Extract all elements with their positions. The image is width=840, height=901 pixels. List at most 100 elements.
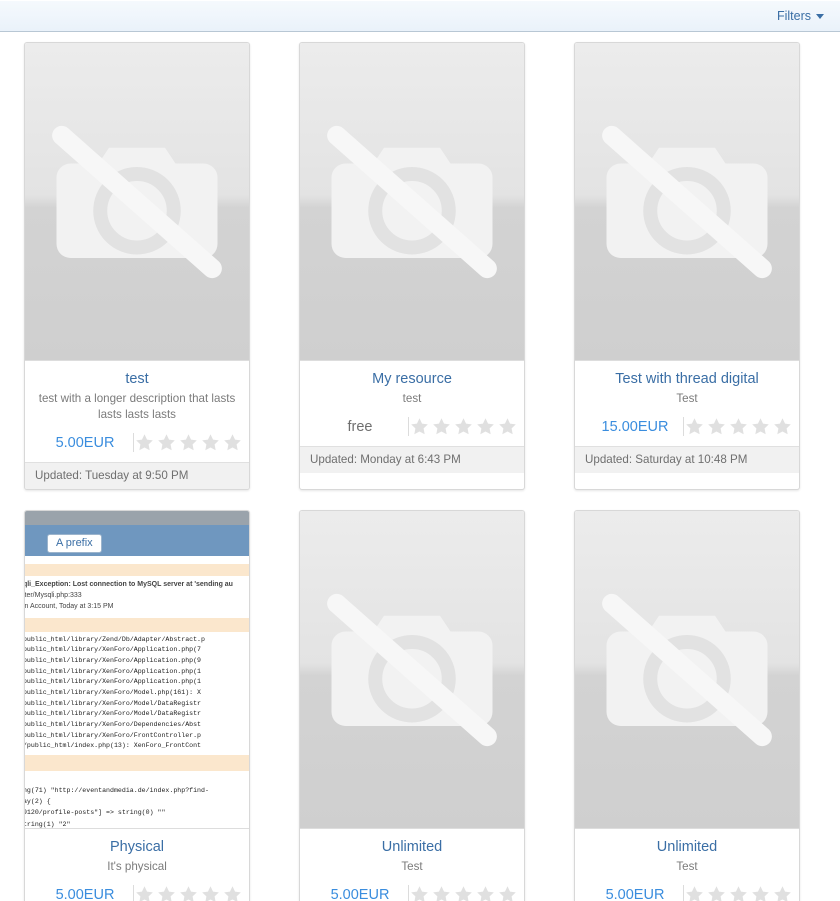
rating-stars[interactable] (684, 416, 793, 437)
resource-description: It's physical (107, 860, 167, 874)
star-icon[interactable] (475, 416, 496, 437)
star-icon[interactable] (497, 416, 518, 437)
resource-grid: test test with a longer description that… (24, 42, 816, 901)
prefix-badge: A prefix (47, 534, 102, 554)
resource-price[interactable]: 15.00EUR (587, 419, 683, 435)
stack-line: /public_html/library/XenForo/Model/DataR… (25, 699, 202, 707)
resource-card[interactable]: Unlimited Test 5.00EUR Updated: Dec 30, … (299, 510, 525, 901)
star-icon[interactable] (728, 416, 749, 437)
resource-description: Test (676, 860, 698, 874)
dump-line: ing(71) "http://eventandmedia.de/index.p… (25, 787, 209, 795)
star-icon[interactable] (409, 884, 430, 901)
resource-price[interactable]: 5.00EUR (37, 435, 133, 451)
resource-grid-container: test test with a longer description that… (0, 32, 840, 901)
resource-screenshot-thumbnail[interactable]: A prefix ıqli_Exception: Lost connection… (25, 511, 249, 830)
star-icon[interactable] (706, 416, 727, 437)
chevron-down-icon (816, 13, 824, 19)
star-icon[interactable] (453, 884, 474, 901)
resource-thumbnail-placeholder[interactable] (575, 511, 799, 830)
resource-card-body: Physical It's physical 5.00EUR (25, 829, 249, 901)
star-icon[interactable] (475, 884, 496, 901)
star-icon[interactable] (409, 416, 430, 437)
resource-title[interactable]: test (33, 370, 241, 388)
error-block: ıqli_Exception: Lost connection to MySQL… (25, 576, 249, 618)
resource-meta: free (308, 411, 516, 446)
resource-description: test (402, 392, 422, 406)
resource-meta: 5.00EUR (583, 879, 791, 901)
star-icon[interactable] (156, 884, 177, 901)
resource-price[interactable]: free (312, 419, 408, 435)
resource-card[interactable]: My resource test free Updated: Monday at… (299, 42, 525, 491)
resource-title[interactable]: My resource (308, 370, 516, 388)
no-image-camera-slash-icon (52, 125, 222, 278)
star-icon[interactable] (728, 884, 749, 901)
resource-thumbnail-placeholder[interactable] (575, 43, 799, 361)
resource-title[interactable]: Unlimited (583, 838, 791, 856)
rating-stars[interactable] (684, 884, 793, 901)
stack-line: /public_html/library/XenForo/Model/DataR… (25, 710, 202, 718)
star-icon[interactable] (222, 432, 243, 453)
resource-updated-footer: Updated: Monday at 6:43 PM (300, 446, 524, 474)
star-icon[interactable] (134, 884, 155, 901)
stack-line: /public_html/library/XenForo/Application… (25, 667, 202, 675)
resource-title[interactable]: Physical (33, 838, 241, 856)
resource-card[interactable]: A prefix ıqli_Exception: Lost connection… (24, 510, 250, 901)
star-icon[interactable] (772, 416, 793, 437)
star-icon[interactable] (706, 884, 727, 901)
star-icon[interactable] (200, 432, 221, 453)
star-icon[interactable] (178, 884, 199, 901)
resource-updated-footer: Updated: Tuesday at 9:50 PM (25, 462, 249, 490)
filters-button[interactable]: Filters (777, 9, 824, 23)
rating-stars[interactable] (134, 432, 243, 453)
resource-thumbnail-placeholder[interactable] (300, 43, 524, 361)
star-icon[interactable] (750, 416, 771, 437)
stack-line: /public_html/library/XenForo/Application… (25, 656, 202, 664)
dump-line: string(1) "2" (25, 820, 71, 828)
resource-card[interactable]: Unlimited Test 5.00EUR Updated: Dec 30, … (574, 510, 800, 901)
resource-meta: 5.00EUR (308, 879, 516, 901)
rating-stars[interactable] (409, 416, 518, 437)
resource-price[interactable]: 5.00EUR (37, 887, 133, 901)
star-icon[interactable] (431, 416, 452, 437)
resource-card-body: Test with thread digital Test 15.00EUR (575, 361, 799, 447)
stack-line: /public_html/library/XenForo/Application… (25, 646, 202, 654)
resource-card[interactable]: test test with a longer description that… (24, 42, 250, 491)
star-icon[interactable] (222, 884, 243, 901)
star-icon[interactable] (684, 416, 705, 437)
resource-description: test with a longer description that last… (38, 392, 236, 422)
dump-line: ray(2) { (25, 798, 51, 806)
star-icon[interactable] (431, 884, 452, 901)
rating-stars[interactable] (409, 884, 518, 901)
resource-thumbnail-placeholder[interactable] (300, 511, 524, 830)
stack-line: o/public_html/index.php(13): XenForo_Fro… (25, 742, 202, 750)
resource-title[interactable]: Unlimited (308, 838, 516, 856)
var-dump-block: ing(71) "http://eventandmedia.de/index.p… (25, 783, 249, 829)
resource-card-body: Unlimited Test 5.00EUR (575, 829, 799, 901)
star-icon[interactable] (178, 432, 199, 453)
star-icon[interactable] (750, 884, 771, 901)
resource-listing-page: Filters test test with a longer descript… (0, 0, 840, 901)
resource-title[interactable]: Test with thread digital (583, 370, 791, 388)
star-icon[interactable] (156, 432, 177, 453)
resource-card-body: test test with a longer description that… (25, 361, 249, 463)
star-icon[interactable] (772, 884, 793, 901)
no-image-camera-slash-icon (327, 125, 497, 278)
star-icon[interactable] (200, 884, 221, 901)
resource-card[interactable]: Test with thread digital Test 15.00EUR U… (574, 42, 800, 491)
star-icon[interactable] (134, 432, 155, 453)
dump-line: 39120/profile-posts"] => string(0) "" (25, 809, 166, 817)
filters-label: Filters (776, 9, 811, 23)
resource-description: Test (676, 392, 698, 406)
resource-card-body: My resource test free (300, 361, 524, 447)
resource-thumbnail-placeholder[interactable] (25, 43, 249, 361)
resource-meta: 5.00EUR (33, 879, 241, 901)
resource-price[interactable]: 5.00EUR (312, 887, 408, 901)
resource-price[interactable]: 5.00EUR (587, 887, 683, 901)
star-icon[interactable] (453, 416, 474, 437)
resource-updated-footer: Updated: Saturday at 10:48 PM (575, 446, 799, 474)
rating-stars[interactable] (134, 884, 243, 901)
star-icon[interactable] (684, 884, 705, 901)
stack-line: /public_html/library/XenForo/FrontContro… (25, 731, 202, 739)
star-icon[interactable] (497, 884, 518, 901)
no-image-camera-slash-icon (327, 593, 497, 746)
